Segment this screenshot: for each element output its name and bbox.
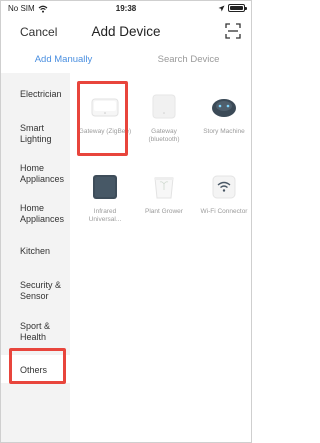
sidebar-item-smart-lighting[interactable]: Smart Lighting [20, 123, 70, 145]
device-label: Gateway (bluetooth) [148, 128, 180, 143]
sidebar-item-home-appliances-2[interactable]: Home Appliances [20, 203, 70, 225]
story-machine-icon [209, 92, 239, 122]
plant-grower-icon [149, 172, 179, 202]
device-tile-story-machine[interactable]: Story Machine [196, 92, 251, 140]
device-label: Plant Grower [145, 208, 183, 215]
tab-bar: Add Manually Search Device [1, 51, 251, 71]
device-label: Story Machine [203, 128, 245, 135]
device-tile-wifi-connector[interactable]: Wi-Fi Connector [196, 172, 251, 220]
device-tile-plant-grower[interactable]: Plant Grower [136, 172, 192, 220]
tab-add-manually[interactable]: Add Manually [1, 54, 126, 65]
category-sidebar: Electrician Smart Lighting Home Applianc… [1, 73, 70, 442]
nav-bar: Cancel Add Device [1, 19, 251, 45]
tab-search-device[interactable]: Search Device [126, 54, 251, 65]
status-right [218, 4, 247, 12]
scan-icon[interactable] [225, 23, 241, 39]
location-icon [218, 5, 225, 11]
status-time: 19:38 [115, 4, 137, 13]
highlight-box-others [9, 348, 66, 384]
status-bar: No SIM 19:38 [1, 1, 251, 17]
app-screen: No SIM 19:38 Cancel Add Device Add Manua… [0, 0, 252, 443]
highlight-box-zigbee-gateway [77, 81, 128, 156]
sidebar-item-home-appliances[interactable]: Home Appliances [20, 163, 70, 185]
wifi-connector-icon [209, 172, 239, 202]
battery-icon [228, 4, 247, 12]
infrared-remote-icon [90, 172, 120, 202]
device-tile-bluetooth-gateway[interactable]: Gateway (bluetooth) [136, 92, 192, 143]
page-title: Add Device [91, 24, 161, 39]
sidebar-item-security-sensor[interactable]: Security & Sensor [20, 280, 70, 302]
device-label: Wi-Fi Connector [200, 208, 248, 215]
device-tile-infrared-universal[interactable]: Infrared Universal... [77, 172, 133, 223]
sidebar-item-electrician[interactable]: Electrician [20, 89, 70, 100]
bluetooth-gateway-icon [149, 92, 179, 122]
device-label: Infrared Universal... [88, 208, 122, 223]
sidebar-item-sport-health[interactable]: Sport & Health [20, 321, 70, 343]
sidebar-item-kitchen[interactable]: Kitchen [20, 246, 70, 257]
